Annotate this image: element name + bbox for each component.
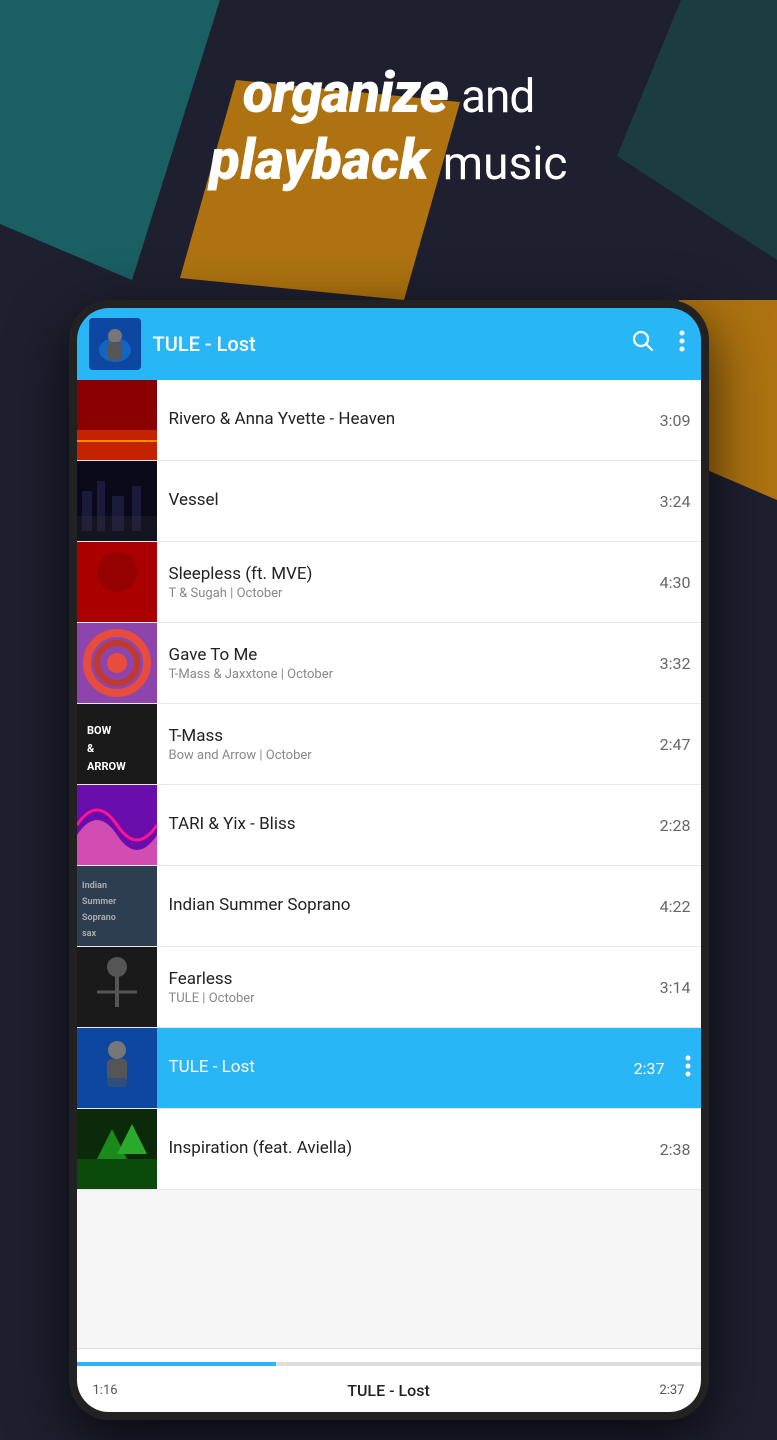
more-options-button[interactable] — [675, 325, 689, 363]
track-info: Indian Summer Soprano — [157, 895, 660, 917]
track-title: Vessel — [169, 490, 648, 510]
track-item[interactable]: Inspiration (feat. Aviella) 2:38 — [77, 1109, 701, 1190]
track-duration: 3:24 — [660, 492, 701, 511]
track-thumbnail — [77, 947, 157, 1027]
track-info: TARI & Yix - Bliss — [157, 814, 660, 836]
track-info: Rivero & Anna Yvette - Heaven — [157, 409, 660, 431]
time-elapsed: 1:16 — [93, 1383, 133, 1398]
track-duration: 2:38 — [660, 1140, 701, 1159]
progress-bar[interactable] — [77, 1362, 701, 1366]
track-item[interactable]: TARI & Yix - Bliss 2:28 — [77, 785, 701, 866]
svg-text:Soprano: Soprano — [82, 913, 116, 923]
track-item[interactable]: TULE - Lost 2:37 — [77, 1028, 701, 1109]
track-duration: 2:37 — [634, 1059, 675, 1078]
track-duration: 4:22 — [660, 897, 701, 916]
track-thumbnail — [77, 461, 157, 541]
track-item[interactable]: Indian Summer Soprano sax Indian Summer Sop… — [77, 866, 701, 947]
track-subtitle: T-Mass & Jaxxtone | October — [169, 667, 648, 682]
track-title: Gave To Me — [169, 645, 648, 665]
app-bar-thumbnail — [89, 318, 141, 370]
phone-frame: TULE - Lost Rivero & Anna Yvette - He — [69, 300, 709, 1420]
svg-text:ARROW: ARROW — [87, 760, 126, 773]
svg-text:Indian: Indian — [82, 881, 107, 891]
now-playing-info: 1:16 TULE - Lost 2:37 — [77, 1368, 701, 1412]
app-bar-title: TULE - Lost — [153, 332, 615, 356]
track-info: T-Mass Bow and Arrow | October — [157, 726, 660, 763]
track-duration: 3:32 — [660, 654, 701, 673]
track-thumbnail: Indian Summer Soprano sax — [77, 866, 157, 946]
now-playing-bar: 1:16 TULE - Lost 2:37 — [77, 1348, 701, 1412]
track-thumbnail — [77, 785, 157, 865]
hero-music: music — [443, 137, 568, 191]
app-bar-icons — [627, 325, 689, 363]
search-button[interactable] — [627, 325, 659, 363]
svg-text:sax: sax — [82, 929, 96, 939]
track-info: Sleepless (ft. MVE) T & Sugah | October — [157, 564, 660, 601]
track-thumbnail — [77, 1109, 157, 1189]
hero-and-word: and — [461, 70, 534, 124]
track-item[interactable]: Sleepless (ft. MVE) T & Sugah | October … — [77, 542, 701, 623]
track-title: T-Mass — [169, 726, 648, 746]
track-info: Vessel — [157, 490, 660, 512]
track-duration: 3:14 — [660, 978, 701, 997]
track-more-button[interactable] — [675, 1055, 701, 1082]
track-list: Rivero & Anna Yvette - Heaven 3:09 Vesse… — [77, 380, 701, 1348]
track-thumbnail: BOW & ARROW — [77, 704, 157, 784]
track-item[interactable]: Rivero & Anna Yvette - Heaven 3:09 — [77, 380, 701, 461]
track-duration: 2:47 — [660, 735, 701, 754]
track-info: TULE - Lost — [157, 1057, 634, 1079]
track-info: Gave To Me T-Mass & Jaxxtone | October — [157, 645, 660, 682]
track-title: Rivero & Anna Yvette - Heaven — [169, 409, 648, 429]
track-title: Indian Summer Soprano — [169, 895, 648, 915]
track-item[interactable]: Vessel 3:24 — [77, 461, 701, 542]
track-info: Inspiration (feat. Aviella) — [157, 1138, 660, 1160]
track-title: TULE - Lost — [169, 1057, 622, 1077]
track-title: Fearless — [169, 969, 648, 989]
track-subtitle: TULE | October — [169, 991, 648, 1006]
track-duration: 2:28 — [660, 816, 701, 835]
app-bar: TULE - Lost — [77, 308, 701, 380]
track-title: Sleepless (ft. MVE) — [169, 564, 648, 584]
track-item[interactable]: Fearless TULE | October 3:14 — [77, 947, 701, 1028]
track-info: Fearless TULE | October — [157, 969, 660, 1006]
track-item[interactable]: BOW & ARROW T-Mass Bow and Arrow | October… — [77, 704, 701, 785]
hero-playback: playback — [210, 127, 429, 193]
svg-text:&: & — [87, 742, 95, 755]
track-subtitle: T & Sugah | October — [169, 586, 648, 601]
track-title: TARI & Yix - Bliss — [169, 814, 648, 834]
svg-text:Summer: Summer — [82, 897, 117, 907]
svg-text:BOW: BOW — [87, 724, 112, 737]
progress-fill — [77, 1362, 277, 1366]
hero-text: organize and playback music — [0, 60, 777, 194]
track-thumbnail — [77, 380, 157, 460]
track-thumbnail — [77, 1028, 157, 1108]
track-subtitle: Bow and Arrow | October — [169, 748, 648, 763]
hero-organize: organize — [243, 60, 448, 126]
track-thumbnail — [77, 542, 157, 622]
track-title: Inspiration (feat. Aviella) — [169, 1138, 648, 1158]
track-thumbnail — [77, 623, 157, 703]
track-duration: 3:09 — [660, 411, 701, 430]
now-playing-title: TULE - Lost — [133, 1381, 645, 1400]
track-item[interactable]: Gave To Me T-Mass & Jaxxtone | October 3… — [77, 623, 701, 704]
time-total: 2:37 — [645, 1383, 685, 1398]
track-duration: 4:30 — [660, 573, 701, 592]
